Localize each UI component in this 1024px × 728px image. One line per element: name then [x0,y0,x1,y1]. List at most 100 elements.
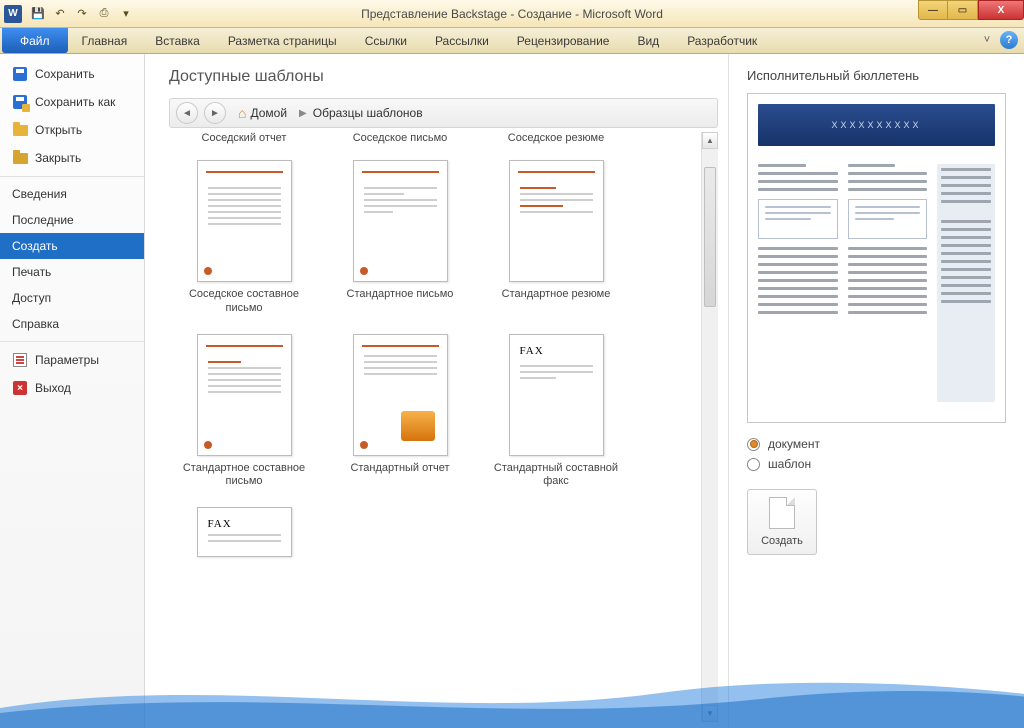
template-item[interactable]: Стандартный отчет [325,334,475,490]
sidebar-item-save[interactable]: Сохранить [0,60,144,88]
home-icon: ⌂ [238,105,246,121]
tab-layout[interactable]: Разметка страницы [214,28,351,53]
radio-document[interactable]: документ [747,437,1006,451]
template-label: Соседское резюме [481,132,631,154]
maximize-button[interactable]: ▭ [948,0,978,20]
close-icon [13,153,28,164]
tab-home[interactable]: Главная [68,28,142,53]
radio-icon [747,438,760,451]
minimize-button[interactable]: — [918,0,948,20]
sidebar-item-saveas[interactable]: Сохранить как [0,88,144,116]
template-item[interactable]: Стандартное письмо [325,160,475,316]
titlebar: W 💾 ↶ ↷ ⎙ ▾ Представление Backstage - Со… [0,0,1024,28]
sidebar-label: Параметры [35,353,99,367]
preview-box: XXXXXXXXXX [747,93,1006,423]
template-label: Стандартный составной факс [481,462,631,490]
template-thumbnail: FAX [197,507,292,557]
scroll-track[interactable] [702,149,718,705]
qat-save[interactable]: 💾 [28,4,48,24]
template-thumbnail: FAX [509,334,604,456]
template-item[interactable]: FAX Стандартный составной факс [481,334,631,490]
template-item[interactable]: Стандартное составное письмо [169,334,319,490]
sidebar-label: Печать [12,265,51,279]
sidebar-item-close[interactable]: Закрыть [0,144,144,172]
save-as-icon [13,95,27,109]
templates-heading: Доступные шаблоны [169,68,718,86]
forward-button[interactable]: ► [204,102,226,124]
radio-icon [747,458,760,471]
tab-file[interactable]: Файл [2,28,68,53]
scroll-down-icon[interactable]: ▼ [702,705,718,722]
backstage-content: Доступные шаблоны ◄ ► ⌂ Домой ▶ Образцы ш… [145,54,1024,728]
breadcrumb-home-label: Домой [250,106,287,120]
chevron-right-icon: ▶ [299,108,307,119]
breadcrumb-home[interactable]: ⌂ Домой [232,105,293,121]
backstage-sidebar: Сохранить Сохранить как Открыть Закрыть … [0,54,145,728]
radio-template[interactable]: шаблон [747,457,1006,471]
page-icon [769,497,795,529]
template-item[interactable]: FAX [169,507,319,557]
preview-header-text: XXXXXXXXXX [831,120,921,130]
template-label: Соседское письмо [325,132,475,154]
sidebar-label: Справка [12,317,59,331]
quick-access-toolbar: 💾 ↶ ↷ ⎙ ▾ [28,4,136,24]
preview-title: Исполнительный бюллетень [747,68,1006,83]
qat-more[interactable]: ▾ [116,4,136,24]
divider [0,341,144,342]
tab-insert[interactable]: Вставка [141,28,214,53]
qat-undo[interactable]: ↶ [50,4,70,24]
preview-document: XXXXXXXXXX [758,104,995,412]
back-button[interactable]: ◄ [176,102,198,124]
breadcrumb: ◄ ► ⌂ Домой ▶ Образцы шаблонов [169,98,718,128]
sidebar-item-open[interactable]: Открыть [0,116,144,144]
tab-view[interactable]: Вид [623,28,673,53]
templates-column: Доступные шаблоны ◄ ► ⌂ Домой ▶ Образцы ш… [145,54,728,728]
template-label: Стандартное составное письмо [169,462,319,490]
scroll-up-icon[interactable]: ▲ [702,132,718,149]
scrollbar[interactable]: ▲ ▼ [701,132,718,722]
save-icon [13,67,27,81]
sidebar-label: Доступ [12,291,51,305]
tab-mailings[interactable]: Рассылки [421,28,503,53]
sidebar-item-print[interactable]: Печать [0,259,144,285]
close-button[interactable]: X [978,0,1024,20]
tab-review[interactable]: Рецензирование [503,28,624,53]
template-item[interactable]: Соседское составное письмо [169,160,319,316]
sidebar-item-options[interactable]: Параметры [0,346,144,374]
open-icon [13,125,28,136]
tab-references[interactable]: Ссылки [351,28,421,53]
window-buttons: — ▭ X [918,0,1024,20]
create-button-label: Создать [761,535,803,547]
template-thumbnail [197,160,292,282]
template-label: Стандартное письмо [343,288,458,314]
template-label: Стандартное резюме [498,288,615,314]
sidebar-item-share[interactable]: Доступ [0,285,144,311]
scroll-thumb[interactable] [704,167,716,307]
qat-redo[interactable]: ↷ [72,4,92,24]
radio-label: шаблон [768,457,811,471]
sidebar-item-help[interactable]: Справка [0,311,144,337]
sidebar-item-exit[interactable]: ×Выход [0,374,144,402]
preview-column: Исполнительный бюллетень XXXXXXXXXX [728,54,1024,728]
sidebar-item-recent[interactable]: Последние [0,207,144,233]
sidebar-item-info[interactable]: Сведения [0,181,144,207]
sidebar-label: Выход [35,381,71,395]
tab-developer[interactable]: Разработчик [673,28,771,53]
sidebar-item-new[interactable]: Создать [0,233,144,259]
backstage-main: Сохранить Сохранить как Открыть Закрыть … [0,54,1024,728]
sidebar-label: Закрыть [35,151,81,165]
help-icon[interactable]: ? [1000,31,1018,49]
template-thumbnail [509,160,604,282]
qat-print[interactable]: ⎙ [94,4,114,24]
template-item[interactable]: Стандартное резюме [481,160,631,316]
sidebar-label: Сохранить как [35,95,115,109]
breadcrumb-location: Образцы шаблонов [313,106,423,120]
template-label: Стандартный отчет [346,462,453,488]
template-thumbnail [197,334,292,456]
sidebar-label: Сохранить [35,67,95,81]
template-label: Соседское составное письмо [169,288,319,316]
ribbon-collapse-icon[interactable]: ˅ [978,31,996,49]
template-thumbnail [353,334,448,456]
window-title: Представление Backstage - Создание - Mic… [361,7,663,21]
create-button[interactable]: Создать [747,489,817,555]
